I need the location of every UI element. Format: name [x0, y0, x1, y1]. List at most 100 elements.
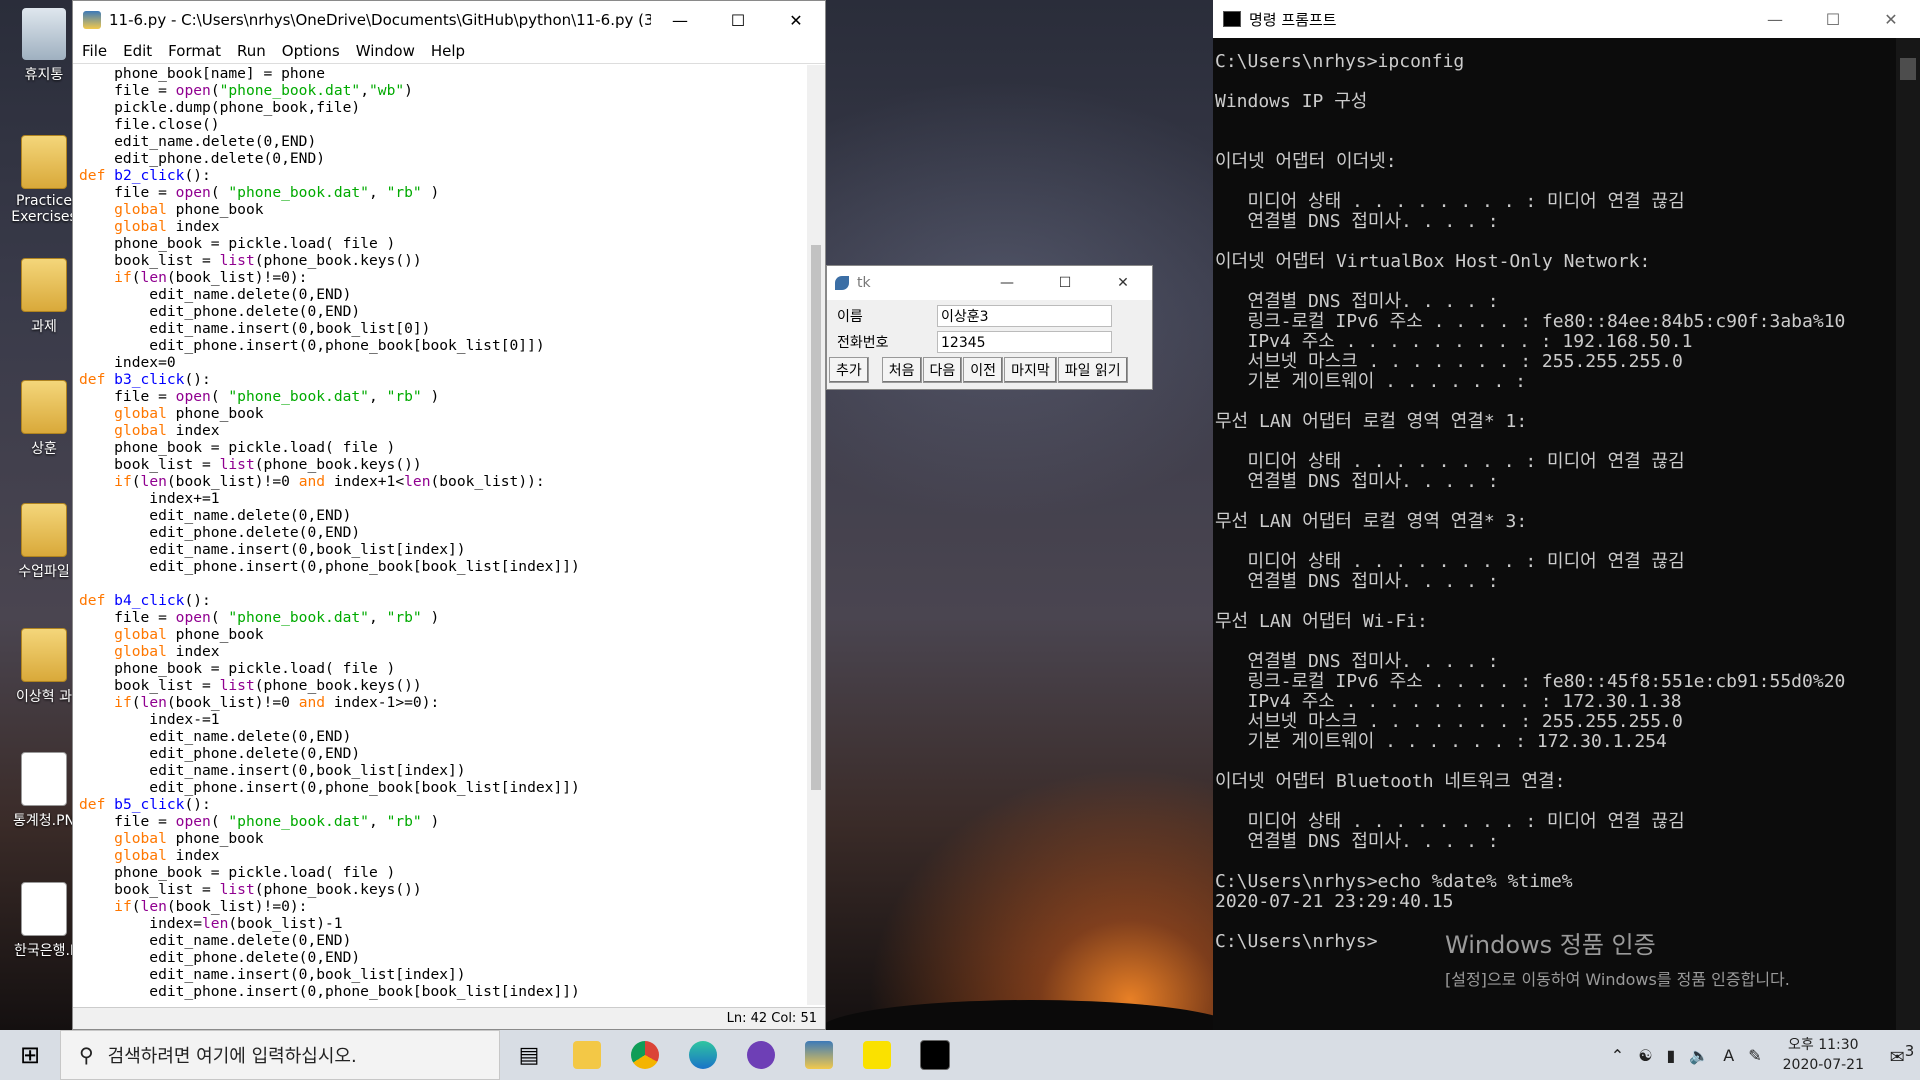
edge-icon[interactable] [674, 1030, 732, 1080]
minimize-button[interactable]: — [1746, 10, 1804, 29]
menu-help[interactable]: Help [422, 42, 472, 60]
menu-window[interactable]: Window [347, 42, 422, 60]
code-line: file = open( "phone_book.dat", "rb" ) [79, 184, 440, 201]
desktop-icon-class-files[interactable]: 수업파일 [8, 503, 80, 581]
menu-options[interactable]: Options [273, 42, 347, 60]
code-line: book_list = list(phone_book.keys()) [79, 252, 422, 269]
editor-title: 11-6.py - C:\Users\nrhys\OneDrive\Docume… [109, 11, 651, 29]
code-line: global index [114, 422, 220, 439]
editor-menubar: File Edit Format Run Options Window Help [73, 39, 825, 64]
desktop-icon-lee-sanghyuk[interactable]: 이상혁 과 [8, 628, 80, 706]
last-button[interactable]: 마지막 [1004, 357, 1057, 383]
desktop-icon-sanghun[interactable]: 상훈 [8, 380, 80, 458]
code-line: if(len(book_list)!=0 and index+1<len(boo… [114, 473, 545, 490]
phone-label: 전화번호 [837, 335, 889, 351]
python-file-icon [83, 11, 101, 29]
close-button[interactable]: ✕ [1862, 10, 1920, 29]
windows-start-icon[interactable]: ⊞ [0, 1041, 60, 1069]
editor-titlebar[interactable]: 11-6.py - C:\Users\nrhys\OneDrive\Docume… [73, 1, 825, 39]
code-line: edit_phone.delete(0,END) [79, 150, 326, 167]
close-button[interactable]: ✕ [1094, 275, 1152, 291]
code-line: edit_name.insert(0,book_list[0]) [79, 320, 431, 337]
code-line: file = open("phone_book.dat","wb") [79, 82, 413, 99]
desktop-icon-recycle-bin[interactable]: 휴지통 [8, 8, 80, 84]
tk-titlebar[interactable]: tk — ☐ ✕ [827, 266, 1152, 300]
name-entry[interactable]: 이상훈3 [937, 305, 1112, 327]
desktop-icon-label: 이상혁 과 [16, 689, 72, 705]
code-line: edit_name.delete(0,END) [79, 286, 352, 303]
code-line: edit_name.insert(0,book_list[index]) [79, 966, 466, 983]
battery-icon[interactable]: ▮ [1667, 1046, 1676, 1065]
notification-icon[interactable]: ✉3 [1884, 1042, 1920, 1068]
terminal-icon[interactable] [906, 1030, 964, 1080]
kakaotalk-icon[interactable] [848, 1030, 906, 1080]
prev-button[interactable]: 이전 [963, 357, 1004, 383]
code-line: book_list = list(phone_book.keys()) [79, 881, 422, 898]
minimize-button[interactable]: — [651, 11, 709, 30]
taskbar: ⊞ ⚲ 검색하려면 여기에 입력하십시오. ▤ ⌃ ☯ ▮ 🔈 A ✎ 오후 1… [0, 1030, 1920, 1080]
desktop-icon-bank-of-korea[interactable]: 한국은행.I [8, 882, 80, 960]
task-view-icon[interactable]: ▤ [500, 1030, 558, 1080]
scrollbar-thumb[interactable] [811, 245, 821, 790]
feather-icon [835, 276, 849, 290]
desktop-icon-statistics-png[interactable]: 통계청.PN [8, 752, 80, 830]
clock[interactable]: 오후 11:30 2020-07-21 [1783, 1035, 1864, 1075]
chevron-up-icon[interactable]: ⌃ [1611, 1046, 1624, 1065]
menu-file[interactable]: File [73, 42, 114, 60]
code-line: file = open( "phone_book.dat", "rb" ) [79, 388, 440, 405]
close-button[interactable]: ✕ [767, 11, 825, 30]
minimize-button[interactable]: — [978, 275, 1036, 291]
code-line: if(len(book_list)!=0): [114, 898, 308, 915]
menu-edit[interactable]: Edit [114, 42, 159, 60]
editor-scrollbar[interactable] [807, 65, 825, 1005]
chrome-icon[interactable] [616, 1030, 674, 1080]
menu-run[interactable]: Run [228, 42, 273, 60]
name-label: 이름 [837, 309, 863, 325]
python-idle-icon[interactable] [790, 1030, 848, 1080]
code-line: file = open( "phone_book.dat", "rb" ) [79, 609, 440, 626]
volume-icon[interactable]: 🔈 [1689, 1046, 1709, 1065]
add-button[interactable]: 추가 [829, 357, 869, 383]
code-line: global index [114, 218, 220, 235]
code-line: book_list = list(phone_book.keys()) [79, 456, 422, 473]
recycle-bin-icon [22, 8, 66, 60]
desktop-icon-assignments[interactable]: 과제 [8, 258, 80, 336]
code-line: edit_phone.delete(0,END) [79, 303, 361, 320]
code-line: edit_phone.delete(0,END) [79, 949, 361, 966]
code-line: def b5_click(): [79, 796, 211, 813]
desktop-icon-practice-exercises[interactable]: Practice Exercises [8, 135, 80, 225]
maximize-button[interactable]: ☐ [709, 11, 767, 30]
file-explorer-icon[interactable] [558, 1030, 616, 1080]
ime-icon[interactable]: A [1723, 1046, 1734, 1065]
scrollbar-thumb[interactable] [1900, 58, 1916, 80]
load-file-button[interactable]: 파일 읽기 [1057, 357, 1128, 383]
code-line: global phone_book [114, 405, 264, 422]
code-line: global phone_book [114, 201, 264, 218]
next-button[interactable]: 다음 [922, 357, 963, 383]
search-icon: ⚲ [79, 1043, 94, 1067]
idle-editor-window[interactable]: 11-6.py - C:\Users\nrhys\OneDrive\Docume… [72, 0, 826, 1030]
github-desktop-icon[interactable] [732, 1030, 790, 1080]
menu-format[interactable]: Format [159, 42, 228, 60]
code-editor-area[interactable]: phone_book[name] = phone file = open("ph… [79, 65, 797, 1005]
pen-icon[interactable]: ✎ [1748, 1046, 1761, 1065]
watermark-subtitle: [설정]으로 이동하여 Windows를 정품 인증합니다. [1445, 970, 1790, 989]
command-prompt-window[interactable]: 명령 프롬프트 — ☐ ✕ C:\Users\nrhys>ipconfig Wi… [1213, 0, 1920, 1030]
taskbar-search-box[interactable]: ⚲ 검색하려면 여기에 입력하십시오. [60, 1030, 500, 1080]
console-scrollbar[interactable] [1896, 38, 1920, 1030]
system-tray: ⌃ ☯ ▮ 🔈 A ✎ 오후 11:30 2020-07-21 ✉3 [1604, 1035, 1920, 1075]
maximize-button[interactable]: ☐ [1804, 10, 1862, 29]
code-line: edit_phone.insert(0,phone_book[book_list… [79, 779, 580, 796]
editor-status-bar: Ln: 42 Col: 51 [73, 1007, 825, 1029]
phone-entry[interactable]: 12345 [937, 331, 1112, 353]
maximize-button[interactable]: ☐ [1036, 275, 1094, 291]
console-output[interactable]: C:\Users\nrhys>ipconfig Windows IP 구성 이더… [1213, 38, 1895, 1027]
tk-window[interactable]: tk — ☐ ✕ 이름 이상훈3 전화번호 12345 추가 처음 다음 이전 … [826, 265, 1153, 390]
code-line: edit_phone.insert(0,phone_book[book_list… [79, 558, 580, 575]
clock-date: 2020-07-21 [1782, 1057, 1864, 1073]
code-line: edit_name.delete(0,END) [79, 932, 352, 949]
network-icon[interactable]: ☯ [1638, 1046, 1652, 1065]
code-line: global phone_book [114, 626, 264, 643]
first-button[interactable]: 처음 [881, 357, 922, 383]
console-titlebar[interactable]: 명령 프롬프트 — ☐ ✕ [1213, 0, 1920, 38]
